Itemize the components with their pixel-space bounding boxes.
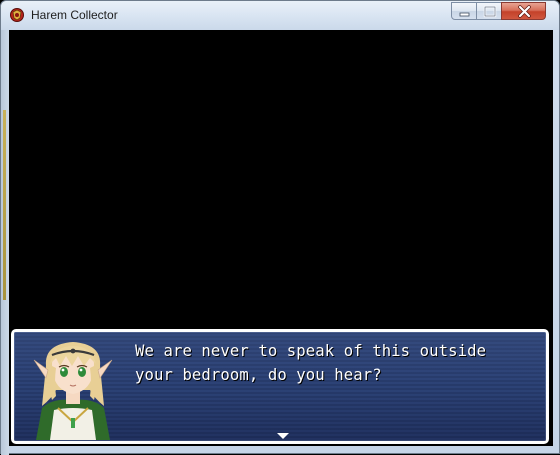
maximize-icon (483, 5, 497, 18)
dialogue-line-2: your bedroom, do you hear? (135, 366, 382, 384)
minimize-icon (459, 12, 470, 17)
game-screen[interactable]: We are never to speak of this outside yo… (9, 30, 553, 446)
dialogue-line-1: We are never to speak of this outside (135, 342, 487, 360)
close-icon (518, 5, 531, 18)
down-arrow-icon[interactable] (277, 433, 289, 439)
window-title: Harem Collector (31, 8, 118, 22)
window-left-border (1, 30, 9, 455)
close-button[interactable] (501, 2, 546, 20)
title-bar[interactable]: Harem Collector (1, 1, 559, 30)
message-window[interactable]: We are never to speak of this outside yo… (11, 329, 549, 444)
app-window: Harem Collector We are never to speak of… (0, 0, 560, 455)
minimize-button[interactable] (451, 2, 477, 20)
elf-girl-portrait (33, 342, 113, 440)
app-icon[interactable] (9, 7, 25, 23)
border-accent (3, 110, 6, 300)
maximize-button[interactable] (476, 2, 502, 20)
